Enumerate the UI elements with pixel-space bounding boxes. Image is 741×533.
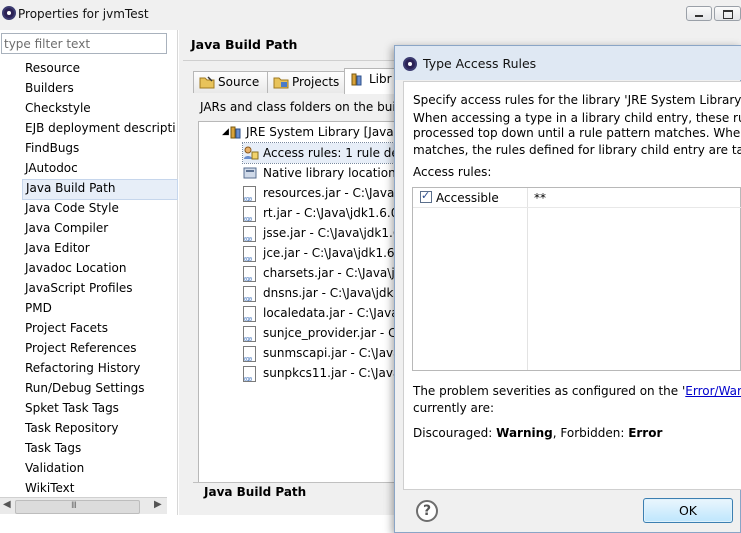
sidebar-item[interactable]: Java Compiler bbox=[22, 219, 176, 238]
sidebar-item[interactable]: Java Build Path bbox=[22, 179, 178, 200]
sidebar-item[interactable]: Checkstyle bbox=[22, 99, 176, 118]
severity-description-line-2: currently are: bbox=[413, 401, 494, 415]
sidebar-item[interactable]: Task Tags bbox=[22, 439, 176, 458]
severity-values: Discouraged: Warning, Forbidden: Error bbox=[413, 424, 662, 442]
sidebar-item[interactable]: JavaScript Profiles bbox=[22, 279, 176, 298]
scroll-left-icon[interactable]: ◀ bbox=[3, 499, 11, 510]
sidebar-item[interactable]: JAutodoc bbox=[22, 159, 176, 178]
source-folder-icon bbox=[199, 75, 215, 95]
filter-input[interactable] bbox=[4, 35, 164, 52]
tree-node-label: rt.jar - C:\Java\jdk1.6.0 bbox=[263, 206, 399, 220]
jar-icon bbox=[243, 346, 256, 370]
dialog-title: Type Access Rules bbox=[423, 56, 537, 71]
dialog-description-line-3: processed top down until a rule pattern … bbox=[413, 126, 741, 140]
column-divider bbox=[527, 188, 528, 370]
tree-node-label: dnsns.jar - C:\Java\jdk bbox=[263, 286, 394, 300]
eclipse-app-icon bbox=[2, 6, 16, 20]
bottom-page-label: Java Build Path bbox=[204, 485, 307, 499]
error-warnings-link[interactable]: Error/Warn bbox=[685, 384, 741, 398]
sidebar-item[interactable]: Builders bbox=[22, 79, 176, 98]
dialog-description-line-4: matches, the rules defined for library c… bbox=[413, 143, 741, 157]
sidebar-item[interactable]: Project Facets bbox=[22, 319, 176, 338]
jar-icon bbox=[243, 306, 256, 330]
native-library-icon bbox=[243, 166, 259, 186]
jar-icon bbox=[243, 186, 256, 210]
expand-icon[interactable]: ◢ bbox=[222, 122, 229, 142]
sidebar-item[interactable]: Refactoring History bbox=[22, 359, 176, 378]
severity-description: The problem severities as configured on … bbox=[413, 382, 741, 400]
filter-field[interactable] bbox=[1, 33, 167, 54]
sidebar-item[interactable]: Task Repository bbox=[22, 419, 176, 438]
jar-icon bbox=[243, 286, 256, 310]
libraries-icon bbox=[350, 72, 366, 92]
access-rules-label: Access rules: bbox=[413, 165, 492, 179]
tree-node-label: sunpkcs11.jar - C:\Java bbox=[263, 366, 401, 380]
dialog-description-line-1: Specify access rules for the library 'JR… bbox=[413, 93, 741, 107]
sidebar-item[interactable]: FindBugs bbox=[22, 139, 176, 158]
tree-node-label: Native library location bbox=[263, 166, 396, 180]
jar-icon bbox=[243, 206, 256, 230]
scroll-grip-icon: III bbox=[71, 501, 77, 511]
forbidden-label: , Forbidden: bbox=[552, 426, 629, 440]
sidebar-item[interactable]: Resource bbox=[22, 59, 176, 78]
sidebar-item[interactable]: EJB deployment descripti bbox=[22, 119, 176, 138]
build-path-description: JARs and class folders on the bui bbox=[200, 100, 396, 114]
access-rules-icon bbox=[243, 146, 259, 166]
rule-kind-cell: Accessible bbox=[436, 191, 499, 205]
tree-node-label: sunmscapi.jar - C:\Java bbox=[263, 346, 401, 360]
tree-node-label: Access rules: 1 rule de bbox=[263, 146, 399, 160]
horizontal-scrollbar[interactable]: ◀ III ▶ bbox=[0, 497, 167, 514]
tree-node-label: charsets.jar - C:\Java\j bbox=[263, 266, 395, 280]
tab-libraries-label: Libr bbox=[369, 72, 392, 86]
projects-icon bbox=[273, 75, 289, 95]
forbidden-value: Error bbox=[628, 426, 663, 440]
minimize-button[interactable] bbox=[686, 6, 712, 21]
sidebar-item[interactable]: Run/Debug Settings bbox=[22, 379, 176, 398]
access-rules-table[interactable] bbox=[412, 187, 741, 371]
tree-node-label: localedata.jar - C:\Java bbox=[263, 306, 399, 320]
jar-icon bbox=[243, 366, 256, 390]
sidebar-item[interactable]: Validation bbox=[22, 459, 176, 478]
severity-text: The problem severities as configured on … bbox=[413, 384, 686, 398]
sidebar-item[interactable]: WikiText bbox=[22, 479, 176, 498]
tab-source-label: Source bbox=[218, 75, 260, 89]
tree-node-label: jce.jar - C:\Java\jdk1.6 bbox=[263, 246, 395, 260]
sidebar-item[interactable]: PMD bbox=[22, 299, 176, 318]
ok-button[interactable]: OK bbox=[643, 498, 733, 523]
tree-node-label: JRE System Library [JavaS bbox=[246, 125, 402, 139]
jar-icon bbox=[243, 326, 256, 350]
tree-node-label: jsse.jar - C:\Java\jdk1.6 bbox=[263, 226, 401, 240]
rule-pattern-cell: ** bbox=[534, 191, 546, 205]
discouraged-label: Discouraged: bbox=[413, 426, 497, 440]
maximize-button[interactable] bbox=[714, 6, 741, 21]
discouraged-value: Warning bbox=[496, 426, 553, 440]
tab-projects-label: Projects bbox=[292, 75, 340, 89]
sidebar-item[interactable]: Javadoc Location bbox=[22, 259, 176, 278]
tree-node-label: sunjce_provider.jar - C bbox=[263, 326, 397, 340]
dialog-app-icon bbox=[403, 57, 417, 71]
sidebar-item[interactable]: Java Editor bbox=[22, 239, 176, 258]
scroll-thumb[interactable]: III bbox=[15, 500, 140, 514]
jar-icon bbox=[243, 266, 256, 290]
sidebar-item[interactable]: Project References bbox=[22, 339, 176, 358]
page-title: Java Build Path bbox=[191, 37, 298, 52]
scroll-right-icon[interactable]: ▶ bbox=[154, 499, 162, 510]
jar-icon bbox=[243, 226, 256, 250]
sidebar-item[interactable]: Spket Task Tags bbox=[22, 399, 176, 418]
tree-node[interactable]: Access rules: 1 rule de bbox=[242, 142, 419, 166]
tree-node-label: resources.jar - C:\Java bbox=[263, 186, 395, 200]
help-icon[interactable]: ? bbox=[416, 500, 438, 522]
jar-icon bbox=[243, 246, 256, 270]
rule-enabled-checkbox[interactable] bbox=[420, 189, 432, 203]
window-title: Properties for jvmTest bbox=[18, 7, 149, 21]
library-icon bbox=[230, 125, 244, 145]
sidebar-item[interactable]: Java Code Style bbox=[22, 199, 176, 218]
